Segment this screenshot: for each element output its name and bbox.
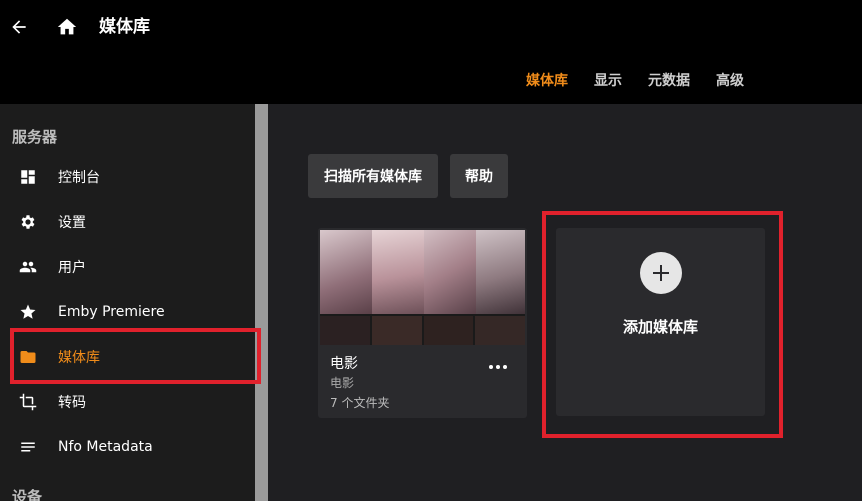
home-button[interactable]: [56, 16, 78, 38]
sidebar-item-libraries[interactable]: 媒体库: [12, 334, 255, 379]
tab-advanced[interactable]: 高级: [716, 72, 744, 90]
sidebar-heading-server: 服务器: [12, 128, 58, 146]
main-content: 扫描所有媒体库 帮助 电影 电影 7 个文件夹 添加媒体库: [268, 104, 862, 501]
sidebar-item-settings[interactable]: 设置: [12, 199, 255, 244]
sidebar-item-transcoding[interactable]: 转码: [12, 379, 255, 424]
back-button[interactable]: [8, 16, 30, 38]
top-bar: 媒体库 媒体库 显示 元数据 高级: [0, 0, 862, 104]
dashboard-icon: [12, 168, 46, 186]
lines-icon: [12, 438, 46, 456]
sidebar-scrollbar[interactable]: [255, 104, 268, 501]
page-title: 媒体库: [99, 17, 150, 37]
more-options-icon[interactable]: [486, 358, 510, 376]
sidebar-item-label: Emby Premiere: [58, 303, 165, 320]
library-type: 电影: [330, 376, 355, 390]
sidebar-heading-devices: 设备: [12, 488, 43, 501]
plus-icon: [640, 252, 682, 294]
library-folder-count: 7 个文件夹: [330, 396, 390, 410]
sidebar: 服务器 控制台 设置 用户 Emby Premiere 媒体库 转码 Nfo M…: [0, 104, 255, 501]
library-thumbnail: [320, 230, 525, 345]
sidebar-item-label: 用户: [58, 259, 86, 276]
arrow-left-icon: [12, 20, 26, 34]
gear-icon: [12, 213, 46, 231]
sidebar-item-label: 转码: [58, 394, 86, 411]
sidebar-item-label: 设置: [58, 214, 86, 231]
add-library-button[interactable]: 添加媒体库: [556, 228, 765, 416]
home-icon: [57, 18, 77, 35]
sidebar-item-users[interactable]: 用户: [12, 244, 255, 289]
sidebar-item-emby-premiere[interactable]: Emby Premiere: [12, 289, 255, 334]
star-icon: [12, 303, 46, 321]
tab-libraries[interactable]: 媒体库: [526, 72, 568, 90]
scan-all-libraries-button[interactable]: 扫描所有媒体库: [308, 154, 438, 198]
library-title: 电影: [330, 356, 358, 372]
tab-display[interactable]: 显示: [594, 72, 622, 90]
folder-icon: [12, 348, 46, 366]
sidebar-item-dashboard[interactable]: 控制台: [12, 154, 255, 199]
add-library-label: 添加媒体库: [622, 318, 698, 336]
sidebar-item-label: Nfo Metadata: [58, 438, 153, 455]
library-card[interactable]: 电影 电影 7 个文件夹: [318, 228, 527, 418]
users-icon: [12, 258, 46, 276]
crop-icon: [12, 393, 46, 411]
help-button[interactable]: 帮助: [450, 154, 508, 198]
sidebar-item-label: 控制台: [58, 169, 100, 186]
tab-metadata[interactable]: 元数据: [648, 72, 690, 90]
sidebar-item-label: 媒体库: [58, 349, 100, 366]
sidebar-item-nfo-metadata[interactable]: Nfo Metadata: [12, 424, 255, 469]
tab-bar: 媒体库 显示 元数据 高级: [526, 72, 770, 90]
